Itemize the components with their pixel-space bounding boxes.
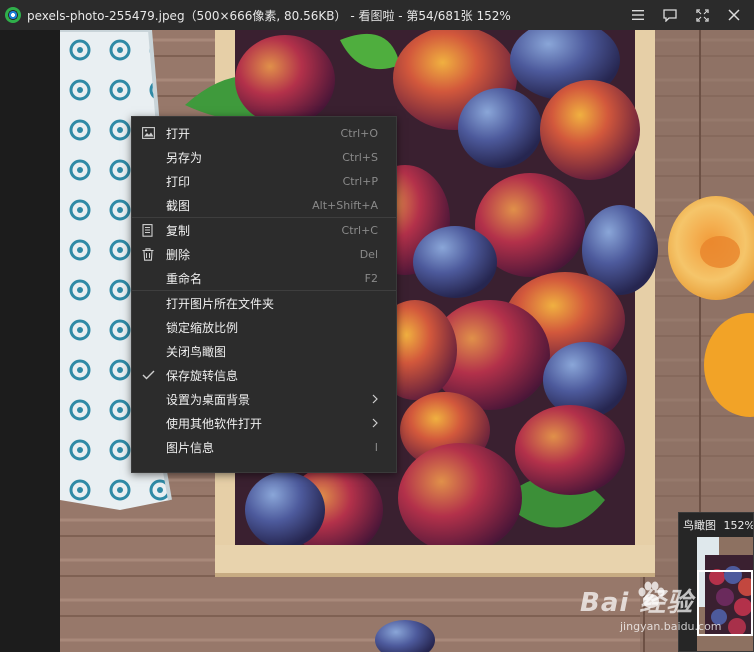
trash-icon — [140, 246, 156, 262]
menu-item-label: 复制 — [166, 223, 191, 238]
menu-item-copy[interactable]: 复制 Ctrl+C — [132, 218, 396, 242]
feedback-button[interactable] — [654, 0, 686, 30]
menu-item-label: 打开 — [166, 126, 191, 141]
menu-item-label: 设置为桌面背景 — [166, 392, 251, 407]
menu-item-shortcut: Ctrl+S — [342, 150, 378, 164]
image-viewer-window: pexels-photo-255479.jpeg（500×666像素, 80.5… — [0, 0, 754, 652]
context-menu: 打开 Ctrl+O 另存为 Ctrl+S 打印 Ctrl+P 截图 Alt+Sh… — [131, 116, 397, 473]
app-logo-icon — [5, 7, 21, 23]
title-bar: pexels-photo-255479.jpeg（500×666像素, 80.5… — [0, 0, 754, 30]
menu-item-label: 另存为 — [166, 150, 203, 165]
chevron-right-icon — [372, 394, 378, 404]
menu-item-shortcut: Ctrl+O — [340, 126, 378, 140]
menu-item-open-folder[interactable]: 打开图片所在文件夹 — [132, 291, 396, 315]
window-title: pexels-photo-255479.jpeg（500×666像素, 80.5… — [27, 8, 511, 23]
close-icon — [728, 9, 740, 21]
menu-item-label: 打开图片所在文件夹 — [166, 296, 275, 311]
menu-item-shortcut: Ctrl+P — [342, 174, 378, 188]
copy-icon — [140, 222, 156, 238]
paw-logo-icon — [638, 581, 665, 608]
menu-item-label: 打印 — [166, 174, 191, 189]
menu-item-save-as[interactable]: 另存为 Ctrl+S — [132, 145, 396, 169]
menu-item-shortcut: I — [374, 440, 378, 454]
menu-item-label: 删除 — [166, 247, 191, 262]
checkmark-icon — [140, 367, 156, 383]
close-button[interactable] — [718, 0, 750, 30]
menu-item-open-with[interactable]: 使用其他软件打开 — [132, 411, 396, 435]
menu-item-delete[interactable]: 删除 Del — [132, 242, 396, 266]
menu-item-screenshot[interactable]: 截图 Alt+Shift+A — [132, 193, 396, 217]
menu-item-lock-zoom[interactable]: 锁定缩放比例 — [132, 315, 396, 339]
menu-item-label: 关闭鸟瞰图 — [166, 344, 227, 359]
menu-item-label: 重命名 — [166, 271, 203, 286]
menu-item-print[interactable]: 打印 Ctrl+P — [132, 169, 396, 193]
menu-item-shortcut: Alt+Shift+A — [312, 198, 378, 212]
navigator-title: 鸟瞰图 152% — [683, 517, 754, 533]
menu-item-save-rotation[interactable]: 保存旋转信息 — [132, 363, 396, 387]
menu-icon — [632, 10, 644, 20]
menu-item-open[interactable]: 打开 Ctrl+O — [132, 121, 396, 145]
menu-item-shortcut: Ctrl+C — [341, 223, 378, 237]
navigator-zoom: 152% — [723, 519, 754, 532]
fullscreen-icon — [695, 8, 709, 22]
navigator-label: 鸟瞰图 — [683, 519, 716, 532]
baidu-watermark: Bai 经验 jingyan.baidu.com — [580, 572, 750, 642]
window-controls — [622, 0, 750, 30]
menu-item-label: 锁定缩放比例 — [166, 320, 239, 335]
menu-item-set-wallpaper[interactable]: 设置为桌面背景 — [132, 387, 396, 411]
menu-item-rename[interactable]: 重命名 F2 — [132, 266, 396, 290]
menu-button[interactable] — [622, 0, 654, 30]
fullscreen-button[interactable] — [686, 0, 718, 30]
menu-item-close-navigator[interactable]: 关闭鸟瞰图 — [132, 339, 396, 363]
menu-item-image-info[interactable]: 图片信息 I — [132, 435, 396, 459]
chevron-right-icon — [372, 418, 378, 428]
menu-item-label: 保存旋转信息 — [166, 368, 239, 383]
menu-item-label: 图片信息 — [166, 440, 215, 455]
image-icon — [140, 125, 156, 141]
watermark-url: jingyan.baidu.com — [620, 620, 722, 633]
menu-item-shortcut: F2 — [364, 271, 378, 285]
canvas-background — [0, 30, 60, 652]
feedback-icon — [663, 8, 677, 22]
menu-item-shortcut: Del — [359, 247, 378, 261]
menu-item-label: 截图 — [166, 198, 191, 213]
menu-item-label: 使用其他软件打开 — [166, 416, 263, 431]
